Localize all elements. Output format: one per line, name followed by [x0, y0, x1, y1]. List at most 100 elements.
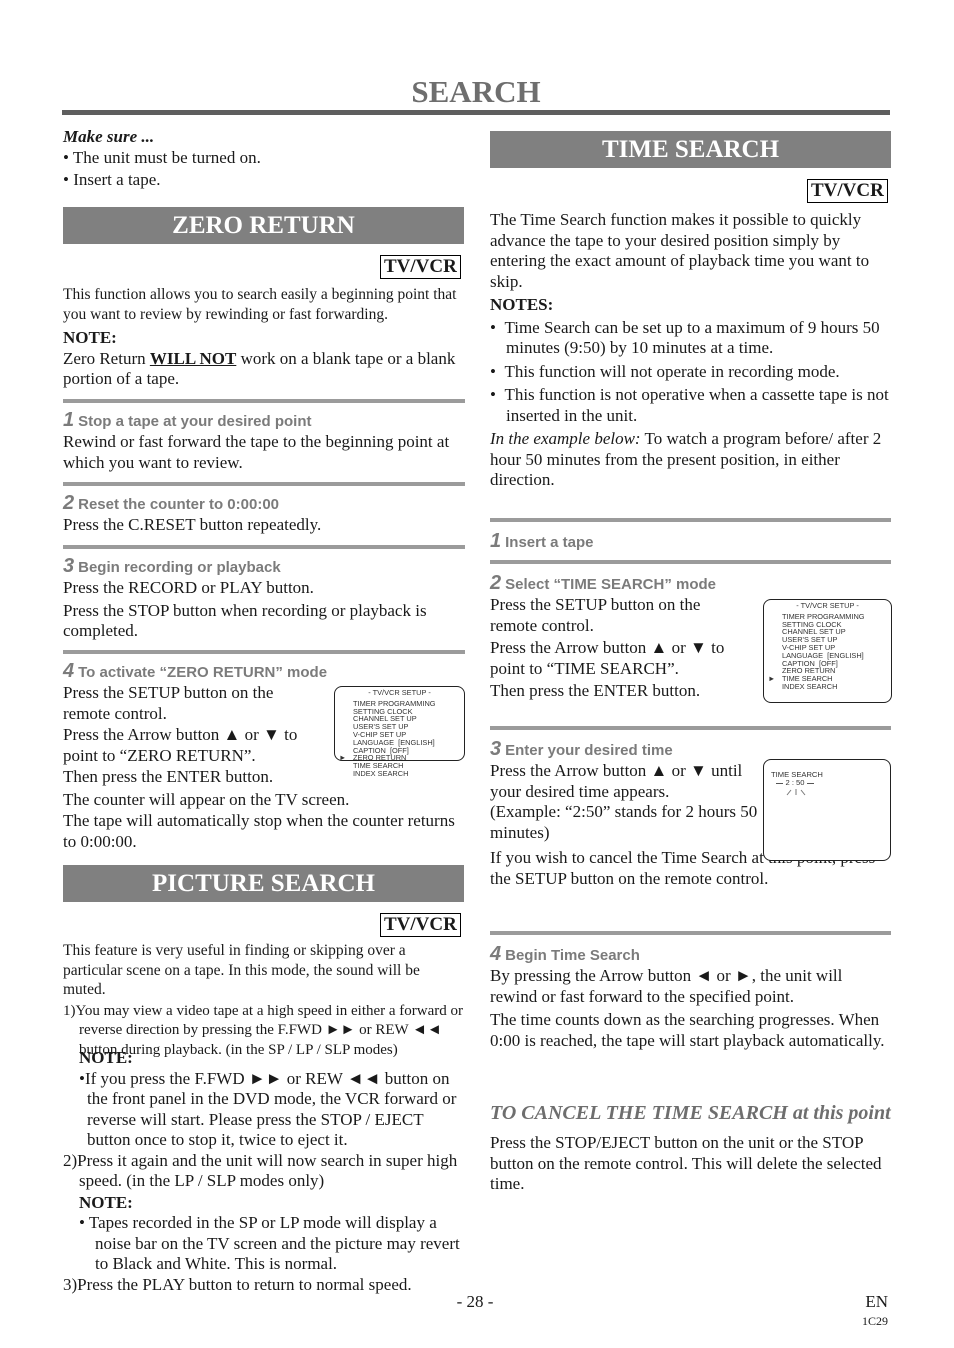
step-divider [490, 931, 891, 935]
make-sure-item: • Insert a tape. [63, 170, 161, 189]
step-text: The tape will automatically stop when th… [63, 811, 455, 851]
step-number: 2 [490, 572, 502, 594]
step-text: (Example: “2:50” stands for 2 hours 50 m… [490, 802, 758, 842]
picture-search-item-3: 3)Press the PLAY button to return to nor… [63, 1274, 412, 1294]
tv-vcr-badge: TV/VCR [380, 913, 461, 937]
language-code: EN [865, 1292, 888, 1311]
step-text: Press the SETUP button on the remote con… [490, 595, 701, 635]
example-label: In the example below: [490, 429, 641, 448]
cancel-text: Press the STOP/EJECT button on the unit … [490, 1133, 882, 1193]
note-text: •If you press the F.FWD ►► or REW ◄◄ but… [79, 1068, 457, 1150]
osd-title: - TV/VCR SETUP - [368, 688, 431, 697]
step-title: To activate “ZERO RETURN” mode [78, 664, 328, 681]
step-heading: 3 Begin recording or playback [63, 556, 465, 578]
note-label: NOTE: [79, 1048, 133, 1067]
notes-label: NOTES: [490, 295, 554, 314]
make-sure-heading: Make sure ... [63, 127, 155, 146]
osd-time-value: 2 : 50 [774, 779, 816, 787]
step-title: Enter your desired time [505, 742, 673, 759]
note-item: • This function is not operative when a … [490, 385, 889, 425]
document-code: 1C29 [861, 1314, 888, 1328]
time-search-intro-section: The Time Search function makes it possib… [490, 210, 891, 491]
page-number: - 28 - [456, 1292, 494, 1311]
note-item: • Time Search can be set up to a maximum… [490, 317, 880, 358]
step-heading: 2 Reset the counter to 0:00:00 [63, 493, 465, 515]
step-number: 1 [63, 409, 75, 431]
tv-osd-setup-menu: - TV/VCR SETUP - TIMER PROGRAMMING SETTIN… [334, 686, 465, 777]
tv-vcr-badge: TV/VCR [380, 255, 461, 279]
step-text: Press the Arrow button ▲ or ▼ to point t… [63, 725, 298, 765]
step-title: Select “TIME SEARCH” mode [505, 576, 716, 593]
step-number: 3 [63, 555, 75, 577]
picture-search-header: PICTURE SEARCH [63, 865, 464, 902]
step-divider [63, 482, 465, 486]
step-text: Press the Arrow button ▲ or ▼ until your… [490, 761, 743, 801]
step-title: Begin Time Search [505, 947, 640, 964]
make-sure-section: Make sure ... • The unit must be turned … [63, 127, 465, 191]
tv-vcr-badge: TV/VCR [807, 179, 888, 203]
zero-return-header: ZERO RETURN [63, 207, 464, 244]
osd-time-digits: 2 : 50 [785, 778, 805, 787]
make-sure-item-text: Insert a tape. [73, 170, 161, 189]
step-heading: 2 Select “TIME SEARCH” mode [490, 573, 891, 595]
osd-cursor-icon: ► [339, 753, 347, 763]
step-text: Rewind or fast forward the tape to the b… [63, 432, 450, 472]
note-item-text: This function will not operate in record… [504, 361, 840, 381]
note-label: NOTE: [79, 1192, 133, 1212]
zero-return-step-3: 3 Begin recording or playback Press the R… [63, 545, 465, 642]
osd-cursor-icon: ► [768, 674, 776, 684]
time-search-step-1: 1 Insert a tape [490, 518, 891, 553]
step-divider [490, 726, 891, 730]
step-text: Then press the ENTER button. [490, 681, 701, 700]
zero-return-step-2: 2 Reset the counter to 0:00:00 Press the … [63, 482, 465, 536]
cancel-section: TO CANCEL THE TIME SEARCH at this point … [490, 1101, 891, 1195]
picture-search-body: This feature is very useful in finding o… [63, 941, 465, 1060]
picture-search-item-2: 2)Press it again and the unit will now s… [63, 1150, 458, 1191]
tv-osd-time-search: TIME SEARCH 2 : 50 [763, 759, 891, 861]
note-item-text: Time Search can be set up to a maximum o… [504, 317, 880, 358]
picture-search-notes: NOTE: •If you press the F.FWD ►► or REW … [63, 1048, 465, 1295]
example-text: In the example below: To watch a program… [490, 429, 891, 491]
time-search-header: TIME SEARCH [490, 131, 891, 168]
osd-title: - TV/VCR SETUP - [796, 601, 859, 610]
cancel-heading: TO CANCEL THE TIME SEARCH at this point [490, 1102, 891, 1124]
step-divider [63, 650, 465, 654]
page-title: SEARCH [411, 74, 541, 109]
step-text: By pressing the Arrow button ◄ or ►, the… [490, 966, 843, 1006]
osd-menu-item-label: INDEX SEARCH [782, 681, 838, 691]
step-text: Press the RECORD or PLAY button. [63, 578, 314, 597]
osd-menu-item-label: INDEX SEARCH [353, 768, 409, 778]
note-item: • This function will not operate in reco… [490, 361, 840, 381]
step-text: Press the Arrow button ▲ or ▼ to point t… [490, 638, 725, 678]
osd-menu-item: INDEX SEARCH [335, 770, 464, 778]
time-search-intro: The Time Search function makes it possib… [490, 210, 870, 291]
step-heading: 4 To activate “ZERO RETURN” mode [63, 661, 465, 683]
step-divider [63, 545, 465, 549]
note-label: NOTE: [63, 328, 117, 347]
note-text: • Tapes recorded in the SP or LP mode wi… [79, 1213, 460, 1273]
step-heading: 1 Stop a tape at your desired point [63, 410, 465, 432]
blinking-indicator-icon [786, 789, 806, 796]
zero-return-step-1: 1 Stop a tape at your desired point Rewin… [63, 399, 465, 473]
step-number: 2 [63, 492, 75, 514]
step-title: Stop a tape at your desired point [78, 413, 312, 430]
osd-menu-item: INDEX SEARCH [764, 683, 891, 691]
step-heading: 4 Begin Time Search [490, 944, 891, 966]
make-sure-item-text: The unit must be turned on. [72, 147, 261, 167]
zero-return-intro-text: This function allows you to search easil… [63, 286, 457, 323]
step-text: Then press the ENTER button. [63, 767, 274, 786]
make-sure-item: • The unit must be turned on. [63, 147, 261, 167]
step-heading: 1 Insert a tape [490, 531, 891, 553]
step-text: Press the SETUP button on the remote con… [63, 683, 274, 723]
step-title: Insert a tape [505, 534, 594, 551]
time-search-step-4: 4 Begin Time Search By pressing the Arrow… [490, 931, 891, 1051]
step-text: The counter will appear on the TV screen… [63, 789, 350, 809]
title-rule [62, 110, 890, 115]
tv-osd-setup-menu: - TV/VCR SETUP - TIMER PROGRAMMING SETTIN… [763, 599, 892, 703]
picture-search-intro: This feature is very useful in finding o… [63, 942, 420, 998]
step-number: 4 [490, 943, 502, 965]
step-title: Begin recording or playback [78, 559, 281, 576]
step-divider [63, 399, 465, 403]
step-number: 4 [63, 660, 75, 682]
step-text: The time counts down as the searching pr… [490, 1010, 885, 1050]
